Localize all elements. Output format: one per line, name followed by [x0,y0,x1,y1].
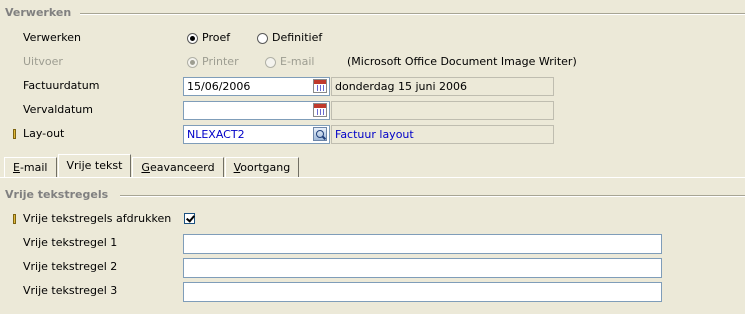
factuurdatum-description: donderdag 15 juni 2006 [331,77,554,96]
radio-email-indicator[interactable] [265,56,276,68]
radio-printer-indicator[interactable] [187,56,198,68]
vervaldatum-description [331,101,554,120]
layout-input[interactable]: NLEXACT2 [183,125,330,144]
printer-name: (Microsoft Office Document Image Writer) [347,55,577,68]
factuurdatum-label: Factuurdatum [23,79,100,92]
radio-proef[interactable]: Proef [187,30,230,46]
tab-bar: E-mail Vrije tekst Geavanceerd Voortgang [4,154,300,178]
lookup-icon[interactable] [313,127,327,141]
vervaldatum-input[interactable] [183,101,330,120]
vrije-tekstregel-1-label: Vrije tekstregel 1 [23,236,118,249]
radio-definitief-label: Definitief [272,31,323,44]
radio-printer[interactable]: Printer [187,54,239,70]
afdrukken-checkbox[interactable] [184,213,195,224]
vrije-tekstregel-1-input[interactable] [183,234,662,254]
tab-vrije-tekst[interactable]: Vrije tekst [57,154,132,178]
tab-geavanceerd[interactable]: Geavanceerd [132,157,224,178]
layout-value: NLEXACT2 [187,128,245,141]
section-title-vrije-tekstregels: Vrije tekstregels [5,188,109,201]
tab-panel-top-border [0,177,745,178]
radio-definitief[interactable]: Definitief [257,30,322,46]
afdrukken-label: Vrije tekstregels afdrukken [23,212,172,225]
tab-email-label: -mail [19,161,48,174]
radio-email[interactable]: E-mail [265,54,315,70]
tab-vrije-tekst-label: Vrije tekst [66,159,123,172]
radio-proef-label: Proef [202,31,231,44]
radio-proef-indicator[interactable] [187,32,198,44]
radio-definitief-indicator[interactable] [257,32,268,44]
tab-email[interactable]: E-mail [4,157,57,178]
vrije-tekstregel-3-input[interactable] [183,282,662,302]
tab-voortgang[interactable]: Voortgang [224,157,300,178]
vrije-tekstregel-3-label: Vrije tekstregel 3 [23,284,118,297]
calendar-icon[interactable] [313,79,327,93]
section-divider [80,13,745,15]
uitvoer-label: Uitvoer [23,55,63,68]
layout-label: Lay-out [23,127,65,140]
tab-geavanceerd-accel: G [141,161,150,174]
section-title-verwerken: Verwerken [5,6,72,19]
radio-email-label: E-mail [280,55,315,68]
verwerken-label: Verwerken [23,31,81,44]
required-indicator-icon [13,129,16,139]
factuurdatum-input[interactable]: 15/06/2006 [183,77,330,96]
vrije-tekstregel-2-input[interactable] [183,258,662,278]
tab-voortgang-label: oortgang [240,161,291,174]
required-indicator-icon [13,214,16,224]
factuurdatum-value: 15/06/2006 [187,80,251,93]
radio-printer-label: Printer [202,55,239,68]
calendar-icon[interactable] [313,103,327,117]
layout-description-link[interactable]: Factuur layout [331,125,554,144]
tab-geavanceerd-label: eavanceerd [149,161,215,174]
tab-email-accel: E [13,161,20,174]
section-divider [120,195,745,197]
vervaldatum-label: Vervaldatum [23,103,93,116]
vrije-tekstregel-2-label: Vrije tekstregel 2 [23,260,118,273]
